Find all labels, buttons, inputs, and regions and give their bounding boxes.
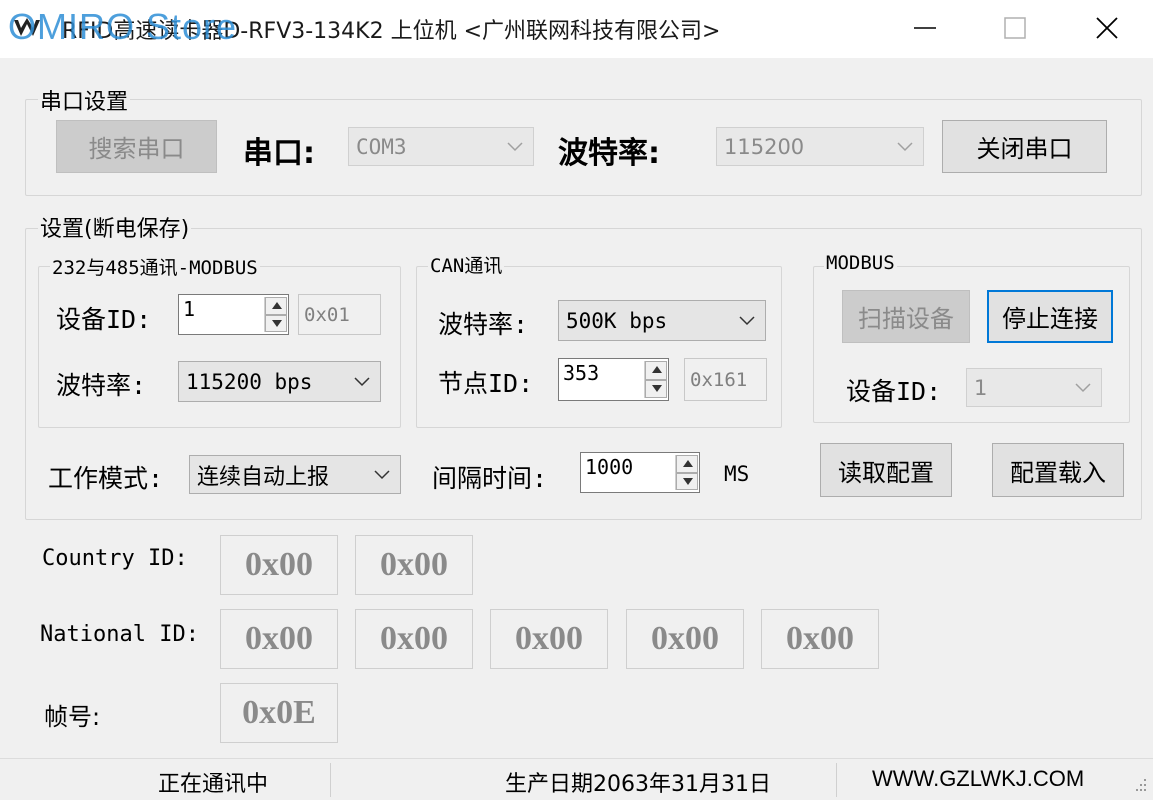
work-mode-select[interactable]: 连续自动上报 <box>189 455 401 494</box>
read-config-button[interactable]: 读取配置 <box>820 443 952 497</box>
status-bar: 正在通讯中 生产日期2063年31月31日 WWW.GZLWKJ.COM <box>0 758 1153 800</box>
stop-connection-button[interactable]: 停止连接 <box>987 290 1113 343</box>
modbus232-baud-label: 波特率: <box>56 371 147 400</box>
national-id-byte-2: 0x00 <box>355 609 473 669</box>
national-id-byte-5: 0x00 <box>761 609 879 669</box>
maximize-button[interactable] <box>968 0 1060 58</box>
interval-value: 1000 <box>585 455 634 479</box>
country-id-label: Country ID: <box>42 546 188 571</box>
chevron-down-icon <box>1075 382 1091 392</box>
can-node-id-hex: 0x161 <box>684 358 767 401</box>
frame-number: 0x0E <box>220 683 338 743</box>
modbus-device-id-label: 设备ID: <box>846 377 942 406</box>
website: WWW.GZLWKJ.COM <box>872 766 1085 791</box>
search-port-button[interactable]: 搜索串口 <box>56 120 217 173</box>
resize-grip-icon[interactable] <box>1128 777 1148 795</box>
national-id-byte-4: 0x00 <box>626 609 744 669</box>
interval-unit: MS <box>724 462 750 486</box>
chevron-down-icon <box>354 376 370 386</box>
modbus232-device-id-label: 设备ID: <box>56 305 152 334</box>
modbus232-baud-value: 115200 bps <box>186 369 313 394</box>
spin-up-button[interactable] <box>265 297 287 315</box>
spin-down-button[interactable] <box>676 472 698 490</box>
watermark: OMIRO Store <box>8 6 238 47</box>
load-config-button[interactable]: 配置载入 <box>992 443 1124 497</box>
modbus-title: MODBUS <box>824 252 897 274</box>
modbus232-device-id-hex: 0x01 <box>298 294 381 335</box>
interval-label: 间隔时间: <box>432 464 548 493</box>
serial-baud-select[interactable]: 115200 <box>716 127 924 166</box>
serial-group-title: 串口设置 <box>38 84 131 116</box>
arrow-down-icon <box>272 319 282 327</box>
title-bar: RFID高速读卡器D-RFV3-134K2 上位机 <广州联网科技有限公司> O… <box>0 0 1153 58</box>
arrow-down-icon <box>652 384 662 392</box>
modbus232-device-id-value: 1 <box>183 297 196 321</box>
arrow-up-icon <box>272 302 282 309</box>
modbus232-device-id-spinner[interactable]: 1 <box>178 294 289 335</box>
port-value: COM3 <box>356 134 407 159</box>
can-baud-label: 波特率: <box>438 310 529 339</box>
modbus232-baud-select[interactable]: 115200 bps <box>178 361 381 402</box>
can-node-id-label: 节点ID: <box>438 369 534 398</box>
country-id-byte-2: 0x00 <box>355 535 473 595</box>
work-mode-label: 工作模式: <box>48 464 164 493</box>
close-icon <box>1096 17 1118 39</box>
arrow-up-icon <box>683 460 693 467</box>
spin-up-button[interactable] <box>645 361 667 380</box>
modbus-device-id-select[interactable]: 1 <box>966 368 1102 407</box>
close-port-button[interactable]: 关闭串口 <box>942 120 1107 173</box>
chevron-down-icon <box>374 469 390 479</box>
chevron-down-icon <box>897 141 913 151</box>
scan-device-button[interactable]: 扫描设备 <box>842 290 970 343</box>
minimize-icon <box>914 27 936 29</box>
port-select[interactable]: COM3 <box>348 127 534 166</box>
serial-baud-value: 115200 <box>724 134 805 159</box>
spin-down-button[interactable] <box>645 379 667 398</box>
status-state: 正在通讯中 <box>158 772 269 797</box>
arrow-down-icon <box>683 477 693 485</box>
spin-down-button[interactable] <box>265 314 287 332</box>
national-id-byte-1: 0x00 <box>220 609 338 669</box>
interval-spinner[interactable]: 1000 <box>580 452 700 493</box>
close-window-button[interactable] <box>1060 0 1152 58</box>
modbus232-title: 232与485通讯-MODBUS <box>50 253 260 280</box>
chevron-down-icon <box>507 141 523 151</box>
production-date: 生产日期2063年31月31日 <box>505 772 771 797</box>
can-title: CAN通讯 <box>428 251 505 278</box>
national-id-byte-3: 0x00 <box>490 609 608 669</box>
chevron-down-icon <box>739 315 755 325</box>
modbus-device-id-value: 1 <box>974 375 988 400</box>
can-node-id-spinner[interactable]: 353 <box>558 358 669 401</box>
port-label: 串口: <box>243 136 315 171</box>
frame-label: 帧号: <box>44 703 101 731</box>
work-mode-value: 连续自动上报 <box>197 464 330 490</box>
country-id-byte-1: 0x00 <box>220 535 338 595</box>
serial-baud-label: 波特率: <box>558 136 660 171</box>
minimize-button[interactable] <box>878 0 970 58</box>
maximize-icon <box>1004 17 1026 39</box>
can-baud-value: 500K bps <box>566 308 668 333</box>
modbus232-group <box>38 266 401 428</box>
arrow-up-icon <box>652 366 662 373</box>
can-group <box>416 266 782 428</box>
can-baud-select[interactable]: 500K bps <box>558 300 766 341</box>
spin-up-button[interactable] <box>676 455 698 473</box>
settings-group-title: 设置(断电保存) <box>38 211 192 243</box>
national-id-label: National ID: <box>40 622 199 647</box>
can-node-id-value: 353 <box>563 361 600 385</box>
